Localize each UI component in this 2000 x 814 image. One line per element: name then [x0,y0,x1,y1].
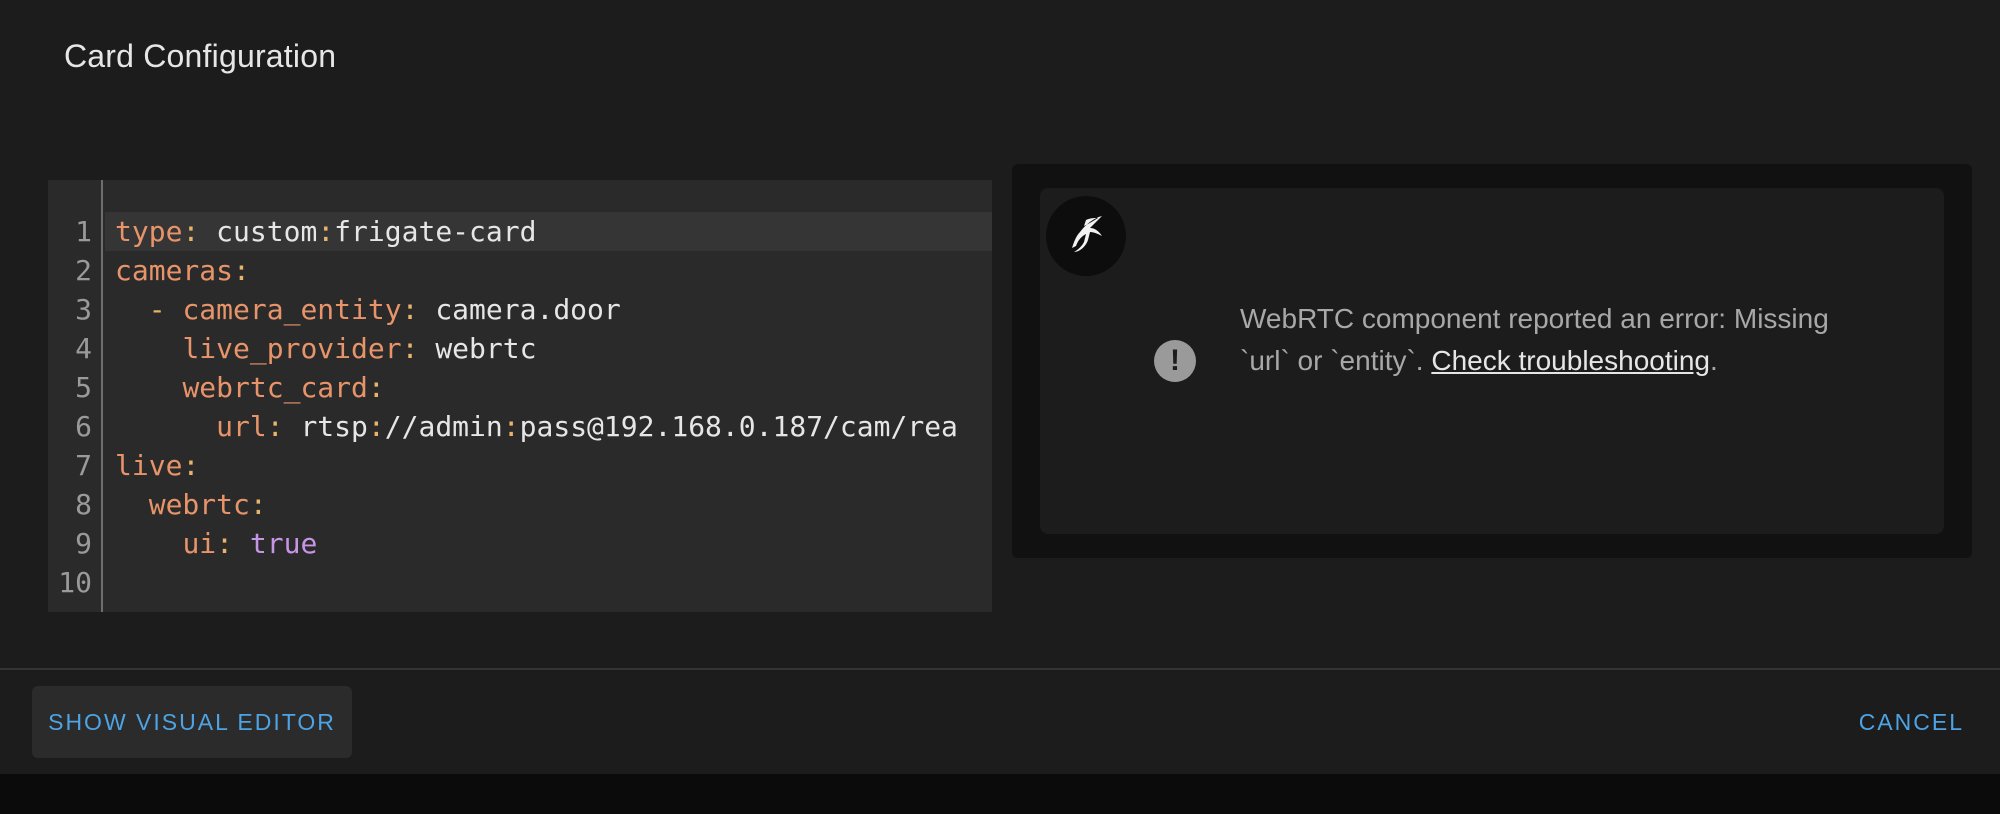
yaml-token: camera.door [435,293,621,326]
yaml-token: : [317,215,335,248]
frigate-card-preview: ! WebRTC component reported an error: Mi… [1040,188,1944,534]
code-text[interactable]: cameras: [105,251,992,290]
line-number: 3 [75,293,92,326]
code-line[interactable]: 4 live_provider: webrtc [48,329,992,368]
code-text[interactable]: webrtc: [105,485,992,524]
yaml-token: - [115,293,183,326]
code-text[interactable]: webrtc_card: [105,368,992,407]
troubleshooting-link[interactable]: Check troubleshooting [1431,345,1710,376]
yaml-key: camera_entity [182,293,402,326]
yaml-key: live [115,449,183,482]
code-text[interactable]: live_provider: webrtc [105,329,992,368]
code-line[interactable]: 10 [48,563,992,602]
code-line[interactable]: 8 webrtc: [48,485,992,524]
line-number: 2 [75,254,92,287]
yaml-key: url [216,410,267,443]
code-line[interactable]: 6 url: rtsp://admin:pass@192.168.0.187/c… [48,407,992,446]
yaml-token: rtsp [300,410,368,443]
yaml-token [115,332,182,365]
line-number: 5 [75,371,92,404]
code-line[interactable]: 5 webrtc_card: [48,368,992,407]
footer-divider [0,668,2000,670]
line-number: 8 [75,488,92,521]
yaml-key: live_provider [182,332,402,365]
line-number: 7 [75,449,92,482]
yaml-token [115,488,149,521]
line-number: 1 [75,215,92,248]
yaml-token: webrtc [435,332,537,365]
yaml-token: : [401,293,436,326]
code-text[interactable]: ui: true [105,524,992,563]
code-text[interactable]: - camera_entity: camera.door [105,290,992,329]
code-line[interactable]: 1 type: custom:frigate-card [48,212,992,251]
line-number: 9 [75,527,92,560]
yaml-key: ui [182,527,217,560]
code-line[interactable]: 3 - camera_entity: camera.door [48,290,992,329]
code-line[interactable]: 7 live: [48,446,992,485]
code-text[interactable]: url: rtsp://admin:pass@192.168.0.187/cam… [105,407,992,446]
yaml-token: : [233,254,250,287]
yaml-code-editor[interactable]: 1 type: custom:frigate-card 2 cameras: 3 - c… [48,180,992,612]
show-visual-editor-button[interactable]: SHOW VISUAL EDITOR [32,686,352,758]
yaml-key: cameras [115,254,234,287]
yaml-key: type [115,215,183,248]
yaml-token: : [401,332,436,365]
cancel-button[interactable]: CANCEL [1855,686,1968,758]
yaml-key: webrtc_card [182,371,368,404]
code-text[interactable]: type: custom:frigate-card [105,212,992,251]
yaml-token: //admin [384,410,503,443]
yaml-token: pass@192.168.0.187/cam/rea [519,410,958,443]
yaml-token: : [367,410,385,443]
yaml-token: : [367,371,385,404]
yaml-key: webrtc [148,488,250,521]
line-number: 4 [75,332,92,365]
yaml-token: : [249,488,267,521]
code-line[interactable]: 2 cameras: [48,251,992,290]
error-suffix: . [1709,345,1718,376]
code-line[interactable]: 9 ui: true [48,524,992,563]
card-configuration-dialog: Card Configuration 1 type: custom:frigate… [0,0,2000,774]
yaml-token [115,371,182,404]
line-number: 10 [58,566,92,599]
frigate-bird-icon [1046,196,1126,276]
alert-circle-icon: ! [1154,340,1196,382]
yaml-token: : [502,410,520,443]
code-text[interactable]: live: [105,446,992,485]
yaml-token [115,527,182,560]
yaml-token: frigate-card [334,215,537,248]
webrtc-error-message: WebRTC component reported an error: Miss… [1240,298,1840,382]
yaml-token: : [182,449,200,482]
yaml-token: : [182,215,217,248]
code-text[interactable] [105,563,992,602]
yaml-token [115,410,216,443]
card-preview: ! WebRTC component reported an error: Mi… [1012,164,1972,558]
yaml-token: : [216,527,250,560]
yaml-token: : [266,410,301,443]
yaml-token: custom [216,215,318,248]
dialog-title: Card Configuration [64,38,337,74]
line-number: 6 [75,410,92,443]
yaml-boolean: true [249,527,318,560]
